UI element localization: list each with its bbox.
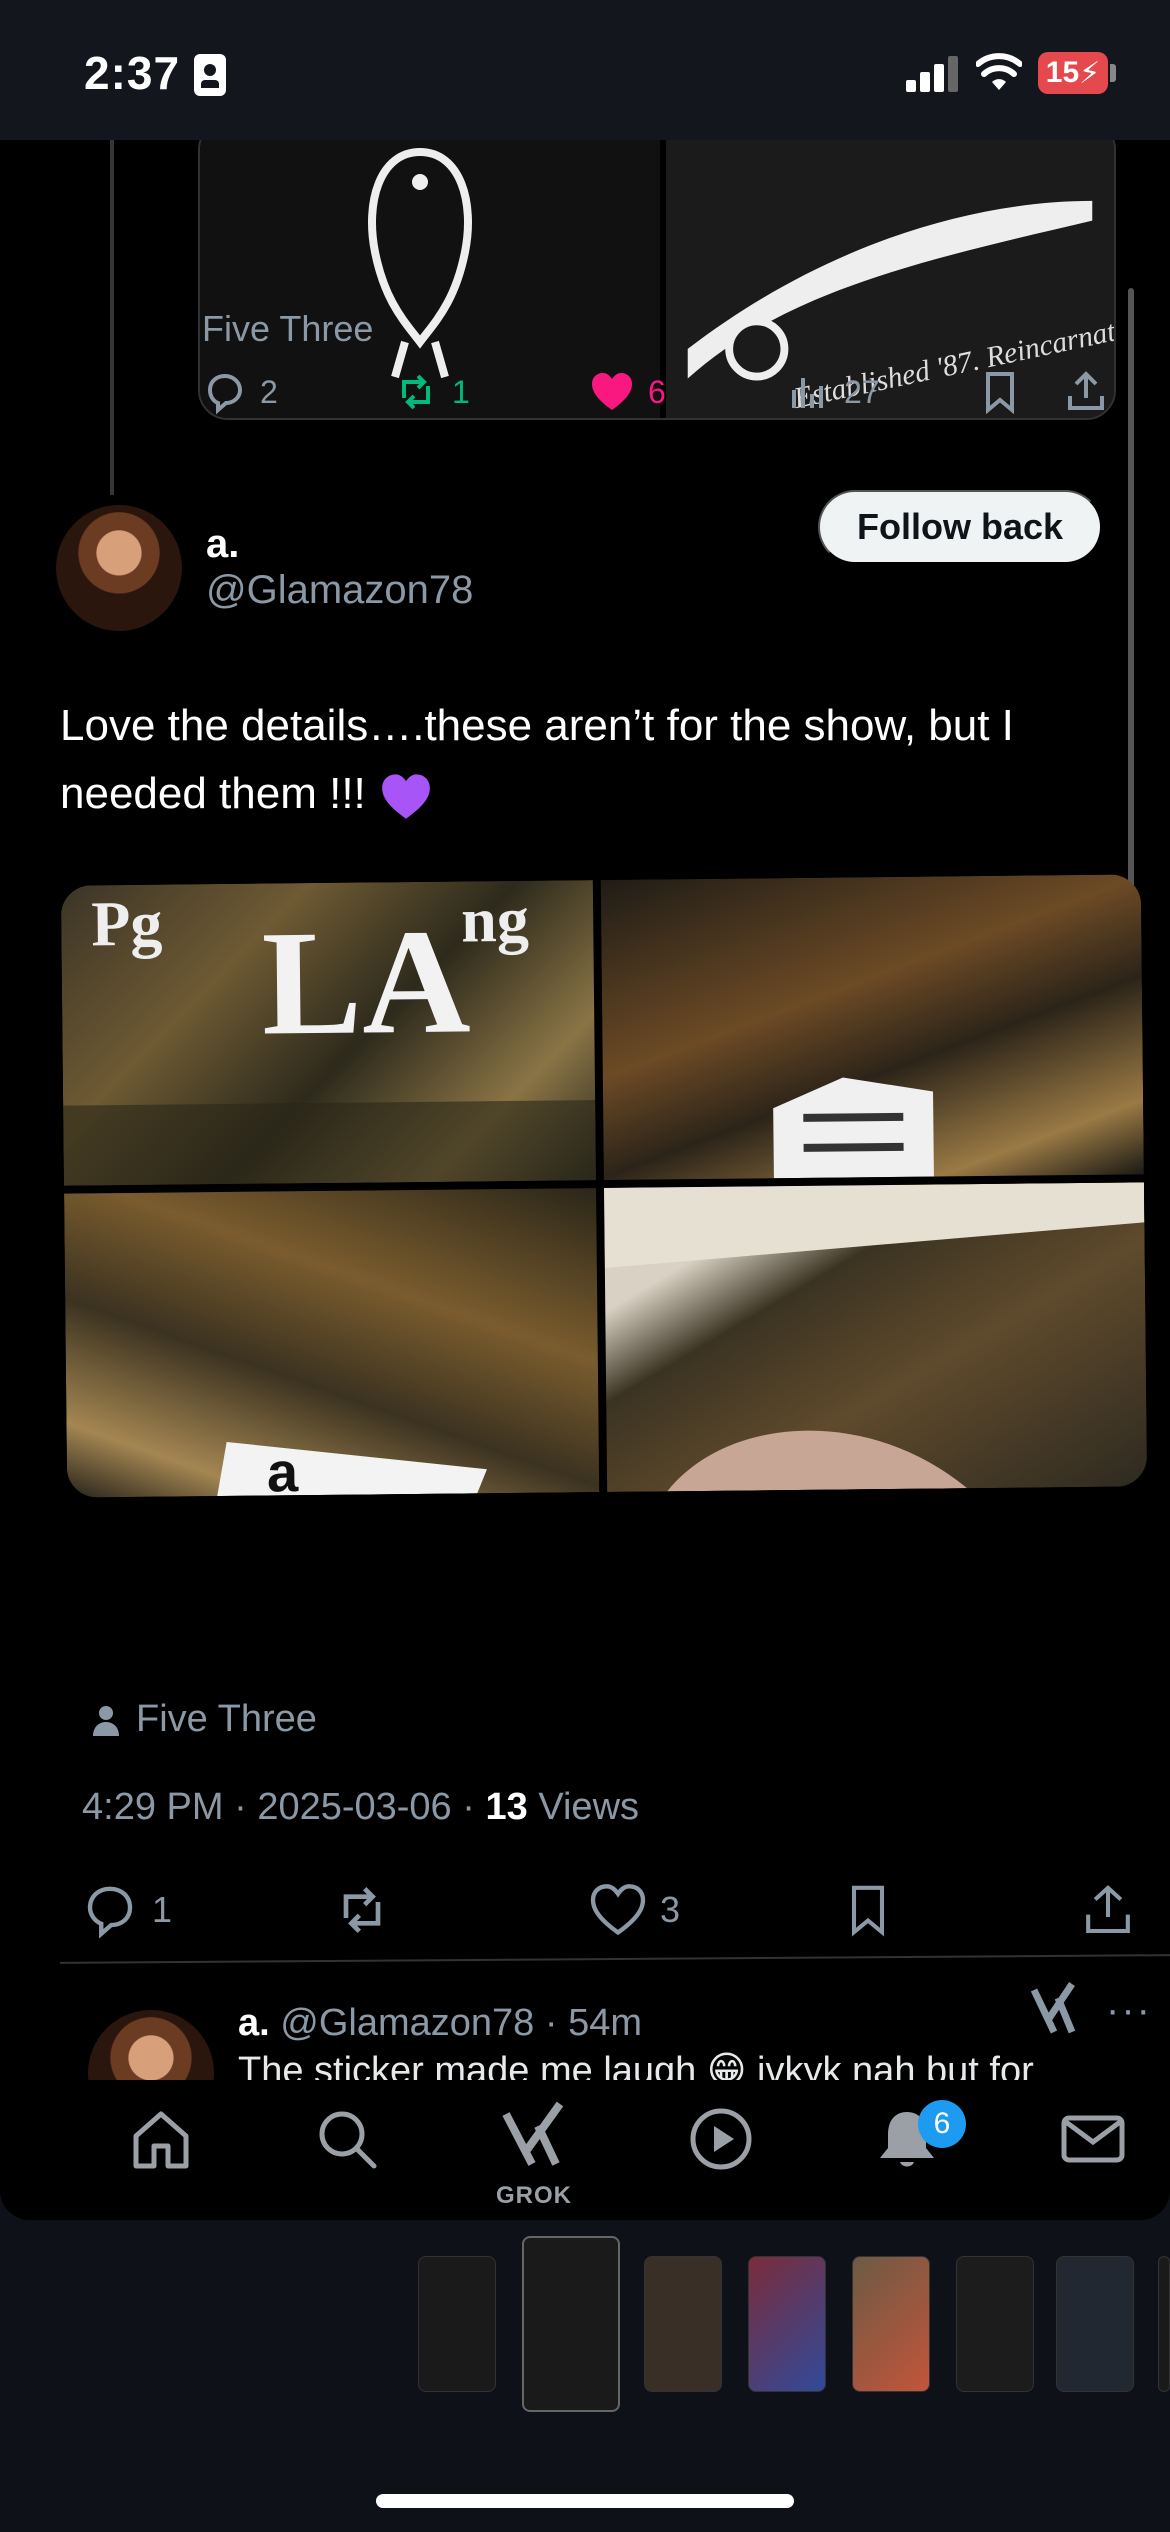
thumbnail[interactable] bbox=[1056, 2256, 1134, 2392]
share-button[interactable] bbox=[1062, 362, 1110, 422]
grok-icon bbox=[502, 2101, 564, 2166]
tab-home[interactable] bbox=[126, 2104, 196, 2174]
thumbnail[interactable] bbox=[956, 2256, 1034, 2392]
post-actions: 1 3 bbox=[80, 1880, 1150, 1944]
post-views-count[interactable]: 13 bbox=[485, 1786, 527, 1828]
author-avatar[interactable] bbox=[56, 505, 182, 631]
notifications-badge: 6 bbox=[918, 2100, 966, 2148]
purple-heart-icon bbox=[382, 774, 430, 820]
author-display-name[interactable]: a. bbox=[206, 522, 239, 567]
thumbnail[interactable] bbox=[418, 2256, 496, 2392]
post-meta: 4:29 PM · 2025-03-06 · 13 Views bbox=[82, 1786, 640, 1828]
contact-card-icon bbox=[194, 54, 226, 96]
bookmark-icon bbox=[851, 1885, 885, 1937]
battery-level: 15 bbox=[1045, 56, 1080, 89]
views-button[interactable]: 27 bbox=[784, 362, 880, 422]
thread-connector-line bbox=[110, 140, 114, 495]
status-time: 2:37 bbox=[84, 47, 181, 99]
previous-post-actions: 2 1 6 27 bbox=[200, 362, 1120, 422]
tab-search[interactable] bbox=[312, 2104, 382, 2174]
reply-count: 2 bbox=[260, 373, 278, 410]
reply-icon bbox=[207, 373, 243, 415]
home-indicator[interactable] bbox=[376, 2494, 794, 2508]
divider bbox=[60, 1954, 1170, 1964]
home-icon bbox=[133, 2111, 189, 2169]
reply-header: a. @Glamazon78 · 54m bbox=[238, 2002, 643, 2044]
thumbnail[interactable] bbox=[852, 2256, 930, 2392]
thumbnail[interactable] bbox=[644, 2256, 722, 2392]
svg-text:Pg: Pg bbox=[91, 888, 163, 960]
heart-filled-icon bbox=[592, 373, 632, 410]
thumbnail-selected[interactable] bbox=[522, 2236, 620, 2412]
post-date: 2025-03-06 bbox=[257, 1786, 452, 1828]
bookmark-icon bbox=[986, 372, 1014, 415]
post-detail-screen: Established '87. Reincarnated '24 Five T… bbox=[0, 140, 1170, 2220]
charging-bolt-icon: ⚡ bbox=[1079, 56, 1101, 90]
reply-button[interactable]: 2 bbox=[200, 362, 278, 422]
reply-icon bbox=[87, 1886, 133, 1939]
battery-tip bbox=[1110, 64, 1116, 82]
reply-age: 54m bbox=[568, 2002, 643, 2044]
analytics-icon bbox=[792, 378, 823, 408]
tab-messages[interactable] bbox=[1058, 2104, 1128, 2174]
repost-icon bbox=[402, 374, 430, 410]
svg-text:a: a bbox=[267, 1440, 300, 1497]
post-media-grid[interactable]: Pg LA ng a bbox=[60, 874, 1148, 1498]
cube-logo-graphic bbox=[773, 1077, 934, 1179]
tab-video[interactable] bbox=[686, 2104, 756, 2174]
media-image-la-cap[interactable]: Pg LA ng bbox=[60, 880, 596, 1186]
share-icon bbox=[1068, 371, 1104, 410]
post-source-row: Five Three bbox=[88, 1698, 317, 1741]
repost-button[interactable]: 1 bbox=[392, 362, 470, 422]
thumbnail[interactable] bbox=[1158, 2256, 1170, 2392]
repost-button[interactable] bbox=[330, 1880, 394, 1940]
share-button[interactable] bbox=[1080, 1880, 1136, 1940]
post-views-label: Views bbox=[538, 1786, 640, 1828]
bookmark-button[interactable] bbox=[840, 1880, 896, 1940]
grok-label: GROK bbox=[496, 2182, 572, 2209]
like-button[interactable]: 6 bbox=[588, 362, 666, 422]
wifi-icon bbox=[976, 53, 1022, 90]
person-icon bbox=[93, 1705, 119, 1736]
thumbnail[interactable] bbox=[748, 2256, 826, 2392]
like-count: 3 bbox=[660, 1889, 681, 1930]
battery-indicator: 15 ⚡ bbox=[1038, 52, 1108, 94]
like-button[interactable]: 3 bbox=[588, 1880, 680, 1940]
svg-text:LA: LA bbox=[261, 898, 471, 1066]
media-image-logo-cap[interactable] bbox=[600, 874, 1144, 1181]
post-source: Five Three bbox=[136, 1698, 317, 1740]
post-body: Love the details….these aren’t for the s… bbox=[60, 692, 1120, 828]
cellular-signal-icon bbox=[906, 56, 960, 92]
heart-icon bbox=[590, 1884, 646, 1936]
bookmark-button[interactable] bbox=[976, 362, 1024, 422]
share-icon bbox=[1086, 1885, 1130, 1934]
like-count: 6 bbox=[648, 373, 666, 410]
mail-icon bbox=[1061, 2115, 1125, 2163]
status-bar: 2:37 15 ⚡ bbox=[0, 0, 1170, 140]
repost-count: 1 bbox=[452, 373, 470, 410]
views-count: 27 bbox=[844, 373, 880, 410]
author-handle[interactable]: @Glamazon78 bbox=[206, 568, 473, 613]
more-options-icon[interactable]: ··· bbox=[1106, 1988, 1152, 2033]
not-like-us-graphic bbox=[604, 1182, 1145, 1492]
post-text: Love the details….these aren’t for the s… bbox=[60, 701, 1014, 818]
reply-author-handle[interactable]: @Glamazon78 bbox=[280, 2002, 534, 2044]
grok-icon[interactable] bbox=[1028, 1980, 1078, 2036]
reply-author-name[interactable]: a. bbox=[238, 2002, 270, 2044]
era-logo-graphic: a bbox=[217, 1440, 487, 1498]
search-icon bbox=[319, 2111, 377, 2169]
la-logo-graphic: Pg LA ng bbox=[63, 884, 596, 1186]
tab-grok[interactable] bbox=[498, 2100, 568, 2170]
reply-button[interactable]: 1 bbox=[80, 1880, 172, 1940]
reply-count: 1 bbox=[152, 1889, 173, 1930]
svg-text:ng: ng bbox=[461, 884, 529, 956]
repost-icon bbox=[343, 1887, 381, 1933]
media-image-not-like-us-cap[interactable] bbox=[604, 1182, 1148, 1492]
post-time: 4:29 PM bbox=[82, 1786, 224, 1828]
media-image-camo-cap[interactable]: a bbox=[64, 1188, 600, 1498]
previous-post-source: Five Three bbox=[202, 308, 374, 349]
play-icon bbox=[690, 2108, 752, 2170]
follow-back-button[interactable]: Follow back bbox=[818, 490, 1102, 564]
